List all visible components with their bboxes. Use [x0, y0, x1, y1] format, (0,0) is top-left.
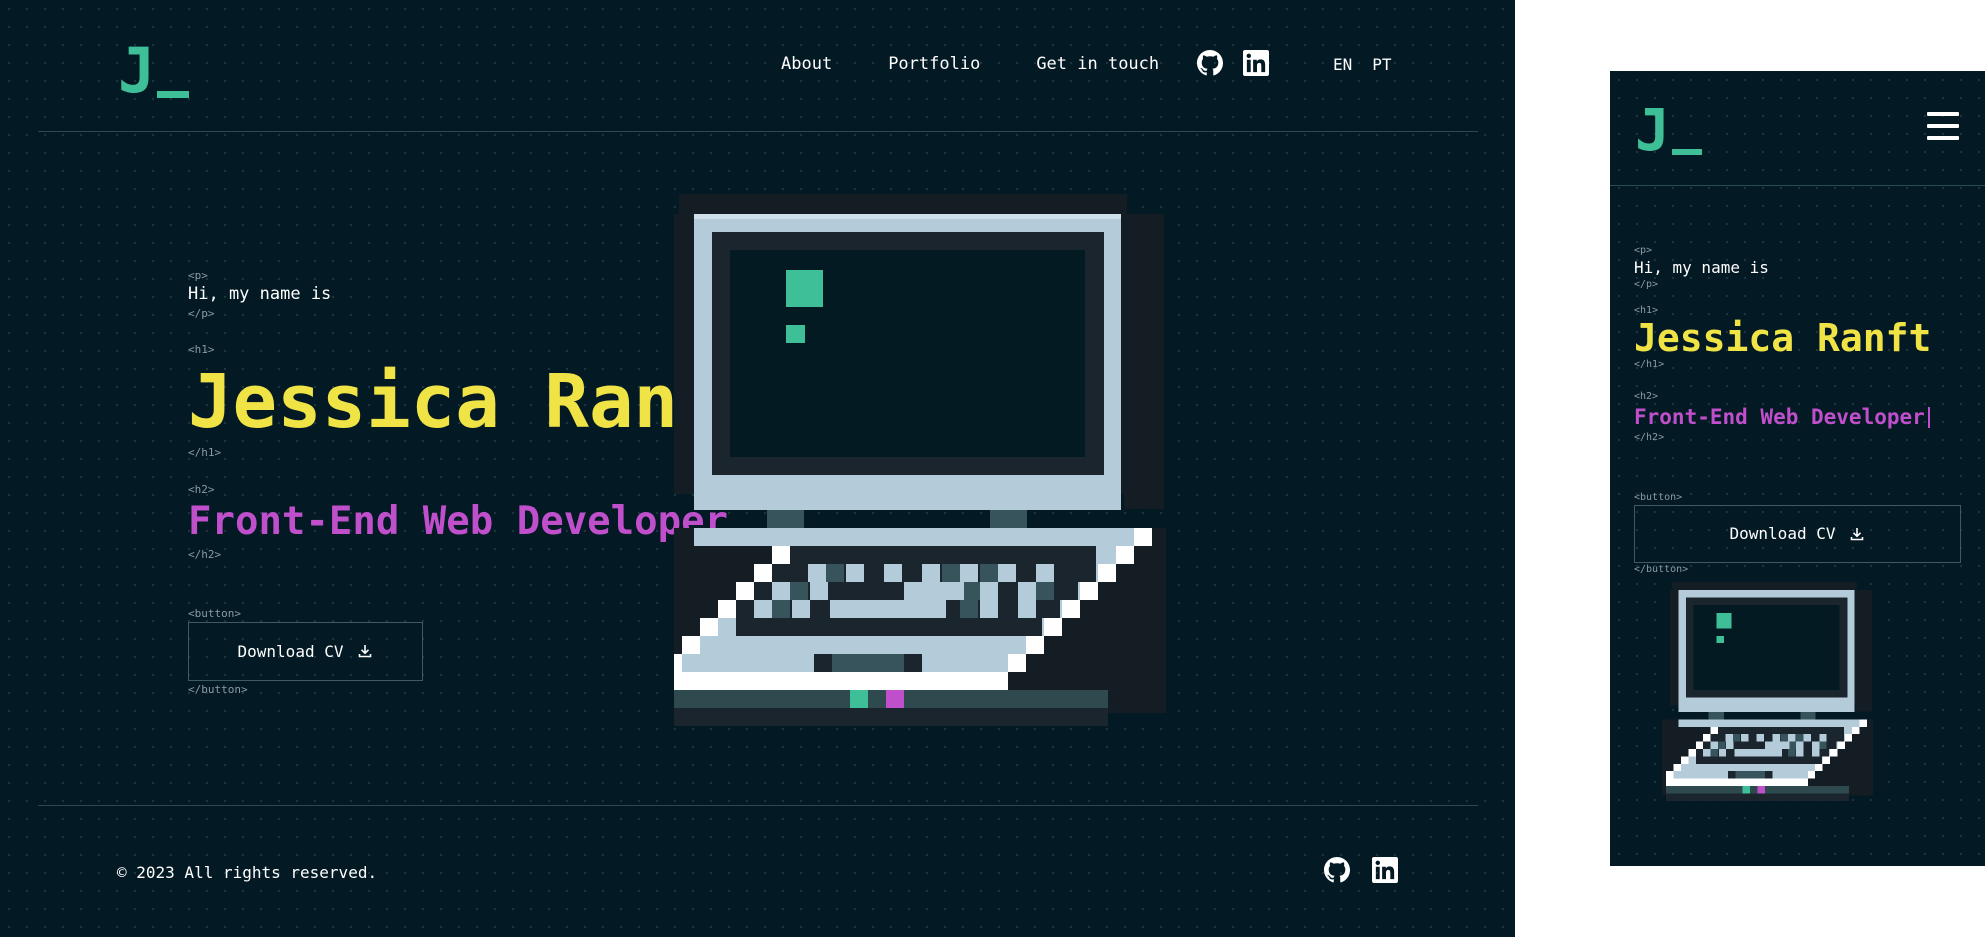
download-icon	[1851, 527, 1864, 540]
language-switcher: EN PT	[1333, 55, 1392, 74]
logo-underscore	[1671, 149, 1702, 155]
desktop-view: J About Portfolio Get in touch EN PT <p>…	[0, 0, 1515, 937]
linkedin-icon[interactable]	[1372, 857, 1398, 883]
lang-en[interactable]: EN	[1333, 55, 1352, 74]
hero-name: Jessica Ranft	[1634, 315, 1932, 360]
pixel-laptop-illustration	[674, 194, 1166, 726]
nav-about[interactable]: About	[781, 54, 832, 74]
logo-underscore	[157, 91, 190, 98]
github-icon[interactable]	[1324, 857, 1350, 883]
hero: <p> Hi, my name is </p> <h1> Jessica Ran…	[1634, 246, 1961, 575]
p-close-tag: </p>	[1634, 278, 1659, 290]
download-cv-label: Download CV	[1729, 524, 1836, 544]
github-icon[interactable]	[1197, 50, 1223, 76]
logo-letter: J	[118, 34, 156, 107]
h1-open-tag: <h1>	[1634, 304, 1659, 316]
h1-close-tag: </h1>	[1634, 358, 1665, 370]
download-cv-button[interactable]: Download CV	[188, 621, 423, 681]
nav-portfolio[interactable]: Portfolio	[888, 54, 980, 74]
header-divider	[38, 131, 1478, 132]
logo[interactable]: J	[1635, 101, 1702, 159]
hamburger-menu-icon[interactable]	[1927, 112, 1959, 140]
logo[interactable]: J	[118, 34, 190, 107]
footer-social-links	[1324, 857, 1398, 883]
main-nav: About Portfolio Get in touch	[781, 54, 1159, 74]
download-cv-label: Download CV	[237, 641, 344, 661]
linkedin-icon[interactable]	[1243, 50, 1269, 76]
h2-open-tag: <h2>	[1634, 390, 1659, 402]
h2-close-tag: </h2>	[1634, 431, 1665, 443]
button-close-tag: </button>	[1634, 563, 1689, 575]
p-open-tag: <p>	[1634, 245, 1653, 256]
logo-letter: J	[1635, 96, 1670, 164]
download-cv-button[interactable]: Download CV	[1634, 504, 1961, 563]
button-open-tag: <button>	[1634, 491, 1683, 503]
hero-role: Front-End Web Developer	[1634, 406, 1930, 428]
footer-divider	[38, 805, 1478, 806]
lang-pt[interactable]: PT	[1372, 55, 1391, 74]
pixel-laptop-illustration	[1662, 581, 1873, 801]
greeting: Hi, my name is	[1634, 258, 1769, 277]
header-divider	[1610, 185, 1985, 186]
download-icon	[359, 645, 372, 658]
mobile-view: J <p> Hi, my name is </p> <h1> Jessica R…	[1610, 71, 1985, 866]
header-social-links	[1197, 50, 1269, 76]
nav-get-in-touch[interactable]: Get in touch	[1036, 54, 1159, 74]
copyright-text: © 2023 All rights reserved.	[117, 863, 378, 882]
